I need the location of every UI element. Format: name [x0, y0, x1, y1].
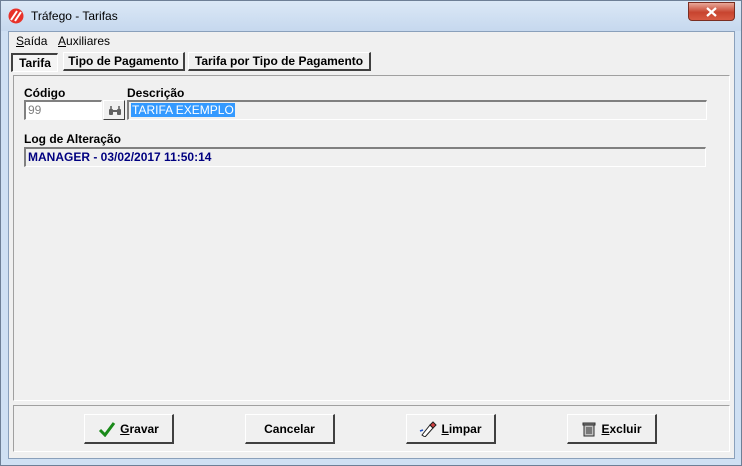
eraser-brush-icon	[420, 420, 438, 437]
log-value: MANAGER - 03/02/2017 11:50:14	[28, 150, 212, 164]
binoculars-icon	[109, 106, 121, 115]
log-label: Log de Alteração	[24, 132, 121, 146]
gravar-label: ravar	[129, 421, 159, 436]
action-panel: Gravar Cancelar Limpar Excluir	[13, 405, 730, 452]
excluir-label: xcluir	[609, 421, 642, 436]
descricao-value: TARIFA EXEMPLO	[131, 103, 235, 117]
cancelar-button[interactable]: Cancelar	[245, 414, 335, 444]
close-button[interactable]	[688, 2, 735, 21]
gravar-button[interactable]: Gravar	[84, 414, 174, 444]
limpar-button[interactable]: Limpar	[406, 414, 496, 444]
descricao-field[interactable]: TARIFA EXEMPLO	[127, 100, 707, 120]
descricao-label: Descrição	[127, 86, 185, 100]
title-bar: Tráfego - Tarifas	[1, 1, 741, 31]
window-title: Tráfego - Tarifas	[31, 9, 118, 23]
menu-auxiliares[interactable]: Auxiliares	[58, 34, 110, 48]
menu-saida-label: aída	[24, 34, 48, 48]
menu-bar: Saída Auxiliares	[9, 32, 734, 49]
client-area: Saída Auxiliares Tarifa Tipo de Pagament…	[8, 31, 735, 459]
limpar-label: impar	[448, 421, 482, 436]
tab-row: Tarifa Tipo de Pagamento Tarifa por Tipo…	[9, 50, 734, 74]
app-window: Tráfego - Tarifas Saída Auxiliares Tarif…	[0, 0, 742, 466]
tab-tipo-de-pagamento[interactable]: Tipo de Pagamento	[63, 52, 185, 71]
app-logo-icon	[8, 8, 24, 24]
cancelar-label: Cancelar	[264, 421, 315, 436]
codigo-label: Código	[24, 86, 66, 100]
tab-panel-tarifa: Código 99 Descrição TARIFA EXEMPLO Log d…	[13, 75, 730, 401]
trash-bin-icon	[582, 422, 596, 436]
excluir-button[interactable]: Excluir	[567, 414, 657, 444]
menu-auxiliares-mnemonic: A	[58, 34, 67, 48]
tab-tarifa-por-tipo-de-pagamento[interactable]: Tarifa por Tipo de Pagamento	[188, 52, 371, 71]
menu-saida[interactable]: Saída	[16, 34, 47, 48]
menu-saida-mnemonic: S	[16, 34, 25, 48]
tab-tarifa[interactable]: Tarifa	[11, 53, 58, 72]
limpar-mnemonic: L	[441, 421, 449, 436]
close-icon	[706, 7, 717, 17]
menu-auxiliares-label: uxiliares	[66, 34, 111, 48]
checkmark-icon	[99, 421, 116, 437]
lookup-button[interactable]	[103, 100, 125, 120]
excluir-mnemonic: E	[601, 421, 610, 436]
log-field: MANAGER - 03/02/2017 11:50:14	[24, 147, 706, 167]
codigo-field[interactable]: 99	[24, 100, 102, 120]
